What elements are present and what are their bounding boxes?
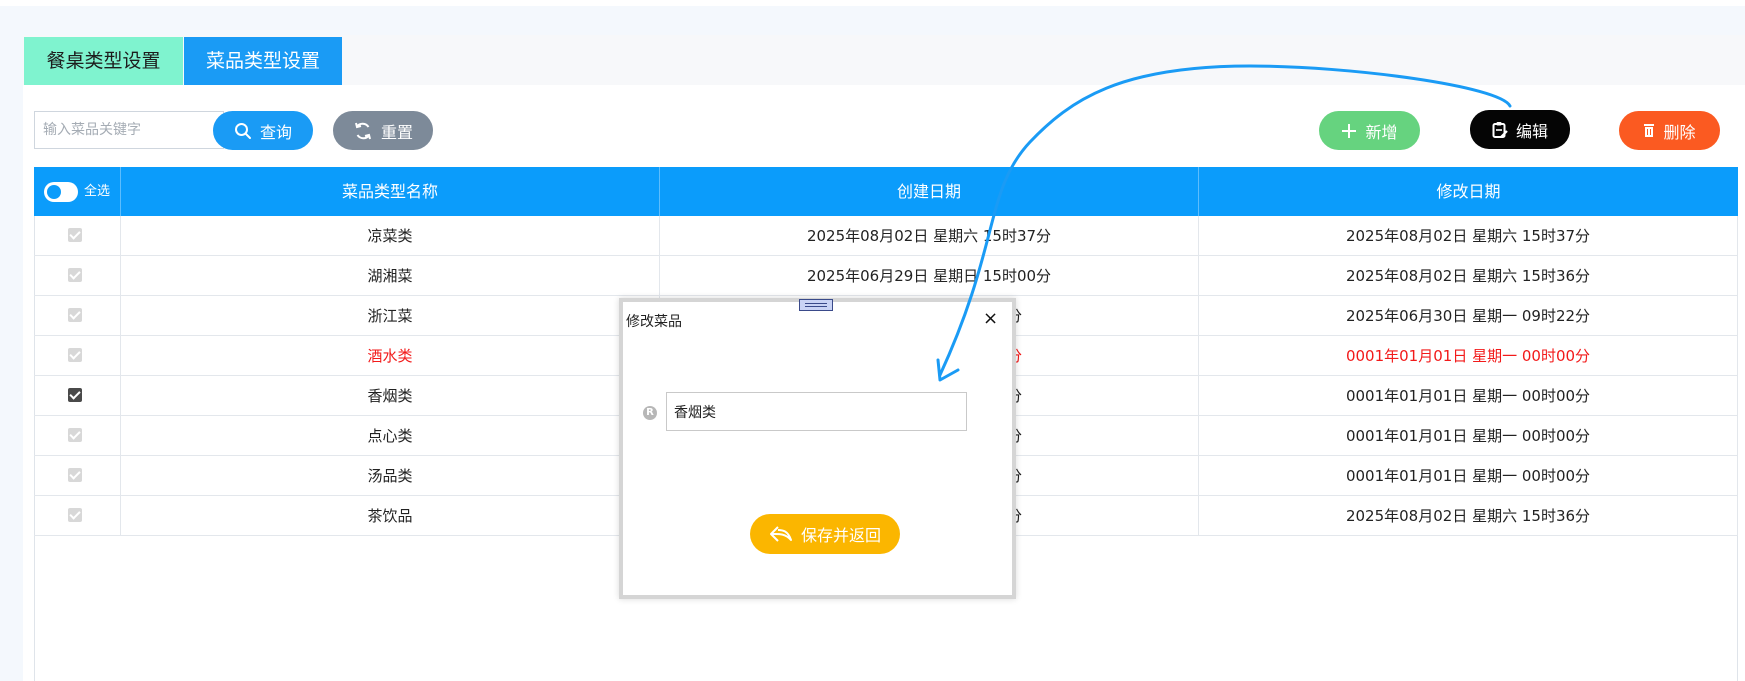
- modified-date-cell: 2025年08月02日 星期六 15时36分: [1199, 256, 1738, 296]
- table-header: 全选 菜品类型名称 创建日期 修改日期: [34, 167, 1738, 216]
- select-all-label: 全选: [84, 184, 111, 199]
- row-checkbox[interactable]: [68, 348, 82, 362]
- modified-date-cell: 2025年06月30日 星期一 09时22分: [1199, 296, 1738, 336]
- select-all-toggle[interactable]: [44, 182, 78, 202]
- table-row[interactable]: 湖湘菜 2025年06月29日 星期日 15时00分 2025年08月02日 星期六…: [34, 256, 1738, 296]
- row-checkbox[interactable]: [68, 388, 82, 402]
- top-strip: [0, 0, 1745, 6]
- dish-type-name-cell: 凉菜类: [121, 216, 660, 256]
- dish-type-name-cell: 香烟类: [121, 376, 660, 416]
- row-checkbox-cell[interactable]: [34, 456, 121, 496]
- row-checkbox-cell[interactable]: [34, 336, 121, 376]
- delete-button-label: 删除: [1663, 122, 1696, 142]
- modified-date-cell: 0001年01月01日 星期一 00时00分: [1199, 336, 1738, 376]
- save-button-label: 保存并返回: [800, 526, 881, 545]
- created-date-cell: 2025年08月02日 星期六 15时37分: [660, 216, 1199, 256]
- dish-type-name-cell: 汤品类: [121, 456, 660, 496]
- row-checkbox-cell[interactable]: [34, 256, 121, 296]
- row-checkbox[interactable]: [68, 508, 82, 522]
- select-all-cell[interactable]: 全选: [34, 167, 121, 216]
- add-button[interactable]: 新增: [1319, 111, 1420, 150]
- row-checkbox-cell[interactable]: [34, 216, 121, 256]
- row-checkbox-cell[interactable]: [34, 496, 121, 536]
- modified-date-cell: 0001年01月01日 星期一 00时00分: [1199, 416, 1738, 456]
- row-checkbox[interactable]: [68, 428, 82, 442]
- row-checkbox-cell[interactable]: [34, 416, 121, 456]
- created-date-cell: 2025年06月29日 星期日 15时00分: [660, 256, 1199, 296]
- dish-type-name-cell: 浙江菜: [121, 296, 660, 336]
- table-row[interactable]: 凉菜类 2025年08月02日 星期六 15时37分 2025年08月02日 星期六…: [34, 216, 1738, 256]
- search-input[interactable]: [34, 111, 224, 149]
- row-checkbox-cell[interactable]: [34, 376, 121, 416]
- drag-handle-icon[interactable]: [799, 299, 833, 311]
- dish-type-name-cell: 点心类: [121, 416, 660, 456]
- trash-icon: [1644, 124, 1655, 137]
- plus-icon: [1342, 123, 1357, 138]
- modal-title: 修改菜品: [626, 314, 682, 330]
- save-and-return-button[interactable]: 保存并返回: [750, 514, 900, 554]
- modified-date-cell: 0001年01月01日 星期一 00时00分: [1199, 456, 1738, 496]
- reset-button-label: 重置: [380, 122, 413, 142]
- add-button-label: 新增: [1365, 122, 1398, 142]
- modified-date-cell: 0001年01月01日 星期一 00时00分: [1199, 376, 1738, 416]
- close-icon[interactable]: ×: [983, 310, 998, 328]
- tab-dish-type-settings[interactable]: 菜品类型设置: [184, 37, 342, 85]
- query-button-label: 查询: [259, 122, 292, 142]
- tab-table-type-settings[interactable]: 餐桌类型设置: [24, 37, 183, 85]
- row-checkbox[interactable]: [68, 468, 82, 482]
- row-checkbox[interactable]: [68, 228, 82, 242]
- search-icon: [234, 122, 251, 139]
- modified-date-cell: 2025年08月02日 星期六 15时36分: [1199, 496, 1738, 536]
- dish-type-name-cell: 茶饮品: [121, 496, 660, 536]
- edit-button-label: 编辑: [1515, 121, 1548, 141]
- required-field-icon: R: [643, 406, 657, 420]
- dish-type-name-input[interactable]: [666, 392, 967, 431]
- dish-type-name-cell: 酒水类: [121, 336, 660, 376]
- dish-type-name-cell: 湖湘菜: [121, 256, 660, 296]
- row-checkbox-cell[interactable]: [34, 296, 121, 336]
- delete-button[interactable]: 删除: [1619, 111, 1720, 150]
- row-checkbox[interactable]: [68, 308, 82, 322]
- reply-arrow-icon: [769, 526, 792, 542]
- clipboard-edit-icon: [1492, 121, 1508, 138]
- column-header-created[interactable]: 创建日期: [660, 167, 1199, 216]
- reset-button[interactable]: 重置: [333, 111, 433, 150]
- column-header-name[interactable]: 菜品类型名称: [121, 167, 660, 216]
- refresh-icon: [355, 122, 371, 139]
- modified-date-cell: 2025年08月02日 星期六 15时37分: [1199, 216, 1738, 256]
- column-header-modified[interactable]: 修改日期: [1199, 167, 1738, 216]
- row-checkbox[interactable]: [68, 268, 82, 282]
- edit-button[interactable]: 编辑: [1470, 110, 1570, 149]
- query-button[interactable]: 查询: [213, 111, 313, 150]
